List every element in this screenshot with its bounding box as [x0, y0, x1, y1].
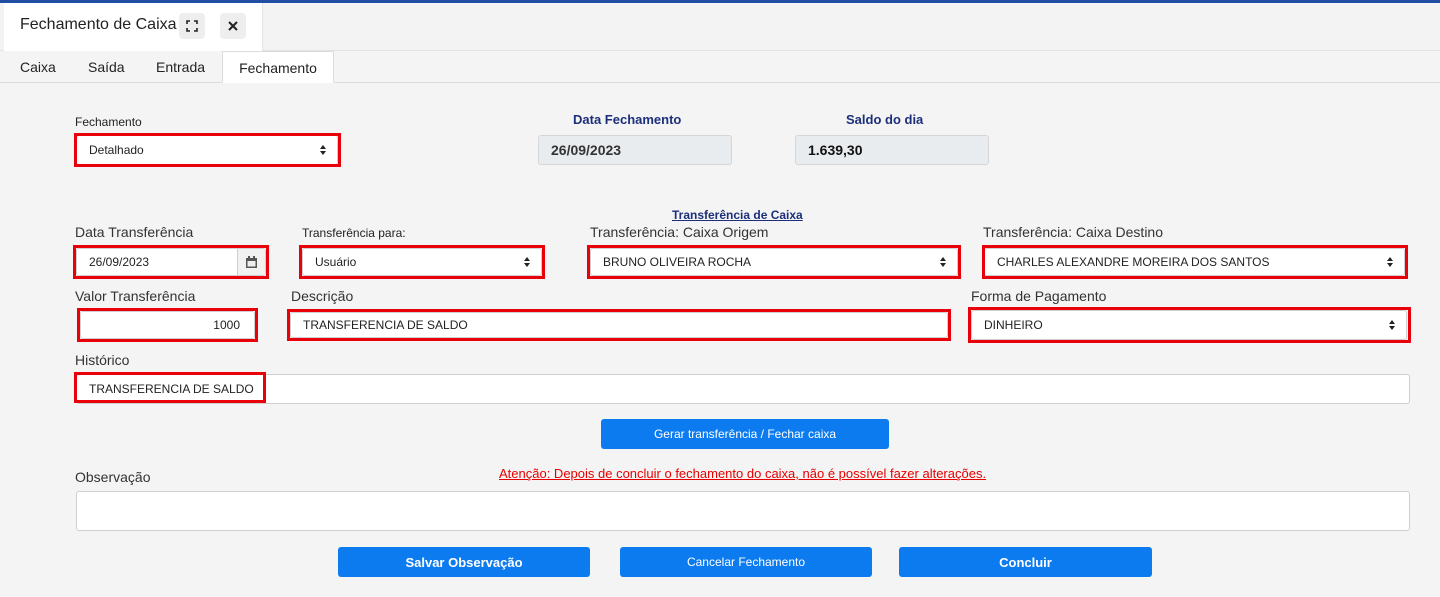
transferencia-para-label: Transferência para:	[302, 226, 406, 240]
saldo-dia-field: 1.639,30	[795, 135, 989, 165]
salvar-observacao-button[interactable]: Salvar Observação	[338, 547, 590, 577]
saldo-dia-value: 1.639,30	[808, 142, 863, 158]
expand-icon[interactable]	[179, 13, 205, 39]
valor-transferencia-label: Valor Transferência	[75, 288, 196, 304]
observacao-label: Observação	[75, 469, 151, 485]
highlight-box	[587, 245, 961, 279]
fechamento-label: Fechamento	[75, 115, 142, 129]
highlight-box	[77, 308, 258, 342]
data-fechamento-label: Data Fechamento	[573, 112, 682, 127]
tab-caixa[interactable]: Caixa	[20, 51, 56, 83]
saldo-dia-label: Saldo do dia	[846, 112, 924, 127]
highlight-box	[982, 245, 1408, 279]
observacao-textarea[interactable]	[76, 491, 1410, 531]
highlight-box	[74, 133, 341, 167]
highlight-box	[968, 307, 1411, 343]
window-titlebar: Fechamento de Caixa	[0, 3, 1440, 51]
warning-text: Atenção: Depois de concluir o fechamento…	[499, 466, 987, 481]
tab-fechamento[interactable]: Fechamento	[222, 51, 334, 83]
caixa-destino-label: Transferência: Caixa Destino	[983, 224, 1164, 240]
caixa-origem-label: Transferência: Caixa Origem	[590, 224, 769, 240]
gerar-transferencia-button[interactable]: Gerar transferência / Fechar caixa	[601, 419, 889, 449]
window-tab[interactable]: Fechamento de Caixa	[4, 3, 263, 51]
historico-input[interactable]: TRANSFERENCIA DE SALDO	[76, 374, 1410, 404]
tab-saida[interactable]: Saída	[88, 51, 125, 83]
forma-pagamento-label: Forma de Pagamento	[971, 288, 1107, 304]
close-icon[interactable]	[220, 13, 246, 39]
tab-bar: Caixa Saída Entrada Fechamento	[0, 51, 1440, 83]
highlight-box	[74, 372, 266, 403]
concluir-button[interactable]: Concluir	[899, 547, 1152, 577]
data-fechamento-field: 26/09/2023	[538, 135, 732, 165]
tab-entrada[interactable]: Entrada	[156, 51, 205, 83]
cancelar-fechamento-button[interactable]: Cancelar Fechamento	[620, 547, 872, 577]
highlight-box	[287, 309, 951, 341]
data-fechamento-value: 26/09/2023	[551, 142, 622, 158]
highlight-box	[73, 245, 269, 279]
data-transferencia-label: Data Transferência	[75, 224, 194, 240]
transferencia-caixa-link[interactable]: Transferência de Caixa	[672, 208, 803, 222]
historico-label: Histórico	[75, 352, 130, 368]
descricao-label: Descrição	[291, 288, 354, 304]
highlight-box	[299, 245, 545, 279]
window-title: Fechamento de Caixa	[20, 16, 177, 33]
